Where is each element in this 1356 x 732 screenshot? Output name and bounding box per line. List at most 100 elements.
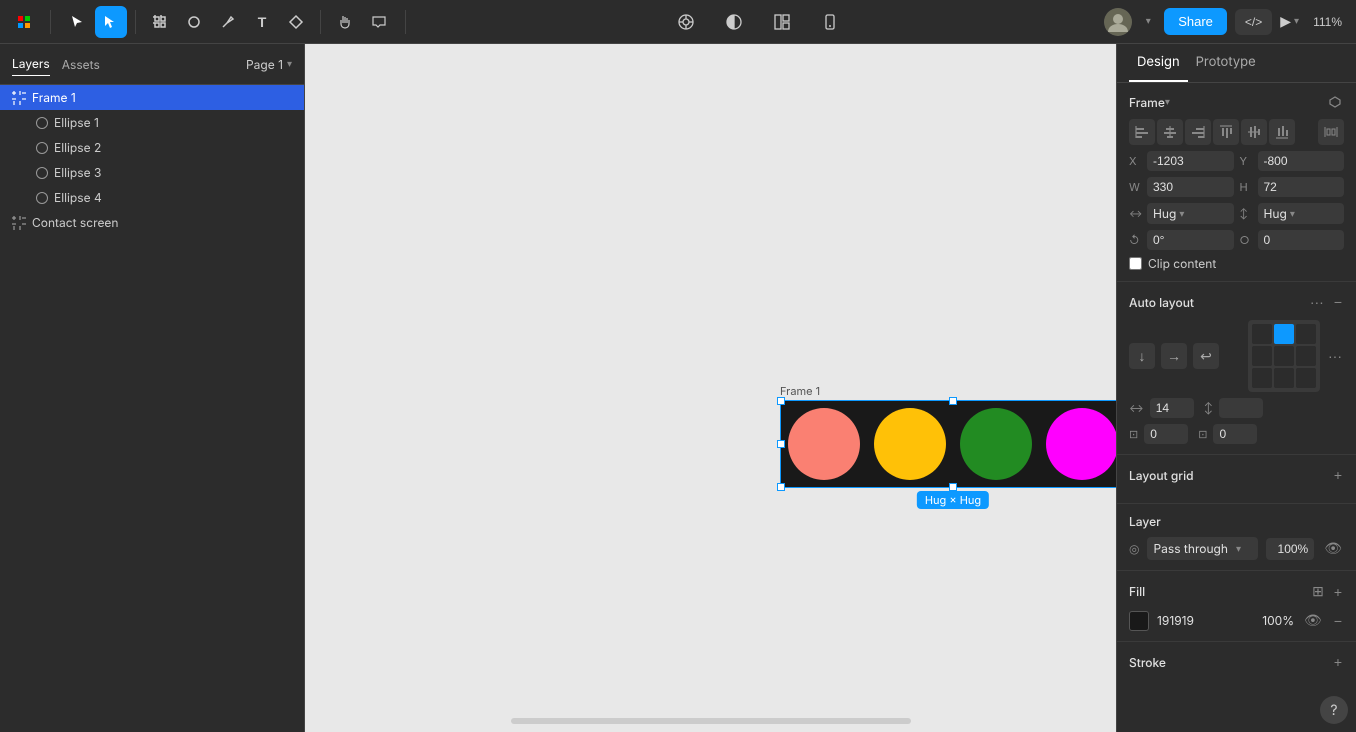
plugin-icon[interactable]: [670, 6, 702, 38]
layer-item-ellipse2[interactable]: Ellipse 2: [0, 135, 304, 160]
handle-tm[interactable]: [949, 397, 957, 405]
handle-ml[interactable]: [777, 440, 785, 448]
fill-grid-button[interactable]: ⊞: [1310, 581, 1326, 602]
ellipse-coral[interactable]: [788, 408, 860, 480]
fill-add-button[interactable]: +: [1332, 582, 1344, 602]
play-button[interactable]: ▶ ▾: [1280, 13, 1299, 30]
comment-tool-button[interactable]: [363, 6, 395, 38]
align-bottom-button[interactable]: [1269, 119, 1295, 145]
h-field: H: [1240, 177, 1345, 197]
w-input[interactable]: [1147, 177, 1234, 197]
al-extra-button[interactable]: ···: [1326, 346, 1344, 366]
move-tool-button[interactable]: [61, 6, 93, 38]
opacity-input[interactable]: [1266, 538, 1314, 560]
pad-left-input[interactable]: [1144, 424, 1188, 444]
tab-prototype[interactable]: Prototype: [1188, 44, 1264, 82]
fill-opacity-value[interactable]: 100%: [1258, 613, 1294, 628]
ellipse-magenta[interactable]: [1046, 408, 1116, 480]
theme-icon[interactable]: [718, 6, 750, 38]
avatar-dropdown-button[interactable]: ▾: [1140, 6, 1156, 38]
auto-layout-more-button[interactable]: ···: [1308, 292, 1326, 312]
sg-cell-4[interactable]: [1274, 346, 1294, 366]
tab-design[interactable]: Design: [1129, 44, 1188, 82]
tab-assets[interactable]: Assets: [62, 53, 100, 76]
component-tool-button[interactable]: [280, 6, 312, 38]
layer-label-ellipse4: Ellipse 4: [54, 190, 102, 205]
share-button[interactable]: Share: [1164, 8, 1227, 35]
distribute-h-button[interactable]: [1318, 119, 1344, 145]
layer-item-ellipse4[interactable]: Ellipse 4: [0, 185, 304, 210]
code-button[interactable]: </>: [1235, 9, 1272, 35]
fill-visibility-button[interactable]: 👁: [1302, 610, 1324, 631]
shape-tool-button[interactable]: [178, 6, 210, 38]
align-top-button[interactable]: [1213, 119, 1239, 145]
user-avatar[interactable]: [1104, 8, 1132, 36]
y-input[interactable]: [1258, 151, 1345, 171]
al-down-button[interactable]: ↓: [1129, 343, 1155, 369]
tab-layers[interactable]: Layers: [12, 52, 50, 76]
frame-properties-section: Frame ▾: [1117, 83, 1356, 282]
canvas-scrollbar[interactable]: [511, 718, 911, 724]
handle-tl[interactable]: [777, 397, 785, 405]
ellipse-yellow[interactable]: [874, 408, 946, 480]
sg-cell-2[interactable]: [1296, 324, 1316, 344]
sg-cell-7[interactable]: [1274, 368, 1294, 388]
h-input[interactable]: [1258, 177, 1345, 197]
frame-tool-button[interactable]: [144, 6, 176, 38]
resize-y-select[interactable]: Hug ▾: [1258, 203, 1345, 224]
layer-item-frame1[interactable]: Frame 1: [0, 85, 304, 110]
handle-bl[interactable]: [777, 483, 785, 491]
sg-cell-3[interactable]: [1252, 346, 1272, 366]
x-input[interactable]: [1147, 151, 1234, 171]
fill-color-swatch[interactable]: [1129, 611, 1149, 631]
sg-cell-5[interactable]: [1296, 346, 1316, 366]
fill-remove-button[interactable]: −: [1332, 611, 1344, 631]
align-left-button[interactable]: [1129, 119, 1155, 145]
blend-mode-select[interactable]: Pass through ▾: [1147, 537, 1258, 560]
layer-visibility-button[interactable]: 👁: [1322, 538, 1344, 559]
align-right-button[interactable]: [1185, 119, 1211, 145]
select-tool-button[interactable]: [95, 6, 127, 38]
sg-cell-8[interactable]: [1296, 368, 1316, 388]
page-selector[interactable]: Page 1 ▾: [246, 57, 292, 72]
gap-v-input[interactable]: [1219, 398, 1263, 418]
fill-hex-value[interactable]: 191919: [1157, 613, 1250, 628]
sep1: [50, 10, 51, 34]
layout-icon[interactable]: [766, 6, 798, 38]
sg-cell-1[interactable]: [1274, 324, 1294, 344]
corner-input[interactable]: [1258, 230, 1345, 250]
canvas[interactable]: Frame 1 Hug × Hug: [305, 44, 1116, 732]
resize-x-field: ↔ Hug ▾: [1129, 203, 1234, 224]
layout-grid-add-button[interactable]: +: [1332, 465, 1344, 485]
al-gap-row: ↔ ↕: [1129, 398, 1344, 418]
text-tool-button[interactable]: T: [246, 6, 278, 38]
pad-right-input[interactable]: [1213, 424, 1257, 444]
resize-x-select[interactable]: Hug ▾: [1147, 203, 1234, 224]
align-center-h-button[interactable]: [1157, 119, 1183, 145]
gap-input[interactable]: [1150, 398, 1194, 418]
pen-tool-button[interactable]: [212, 6, 244, 38]
handle-bm[interactable]: [949, 483, 957, 491]
al-right-button[interactable]: →: [1161, 343, 1187, 369]
layer-item-ellipse1[interactable]: Ellipse 1: [0, 110, 304, 135]
ellipse-green[interactable]: [960, 408, 1032, 480]
stroke-add-button[interactable]: +: [1332, 652, 1344, 672]
layer-item-ellipse3[interactable]: Ellipse 3: [0, 160, 304, 185]
align-center-v-button[interactable]: [1241, 119, 1267, 145]
frame-expand-button[interactable]: [1326, 93, 1344, 111]
x-label: X: [1129, 154, 1143, 168]
device-icon[interactable]: [814, 6, 846, 38]
al-wrap-button[interactable]: ↩: [1193, 343, 1219, 369]
sg-cell-0[interactable]: [1252, 324, 1272, 344]
resize-x-icon: ↔: [1129, 208, 1143, 220]
help-badge[interactable]: ?: [1320, 696, 1348, 724]
sg-cell-6[interactable]: [1252, 368, 1272, 388]
frame-selection-box[interactable]: Hug × Hug: [780, 400, 1116, 488]
clip-content-checkbox[interactable]: [1129, 257, 1142, 270]
menu-button[interactable]: [8, 6, 40, 38]
rotation-input[interactable]: [1147, 230, 1234, 250]
auto-layout-remove-button[interactable]: −: [1332, 292, 1344, 312]
layer-item-contact[interactable]: Contact screen: [0, 210, 304, 235]
zoom-level[interactable]: 111%: [1307, 11, 1348, 33]
hand-tool-button[interactable]: [329, 6, 361, 38]
